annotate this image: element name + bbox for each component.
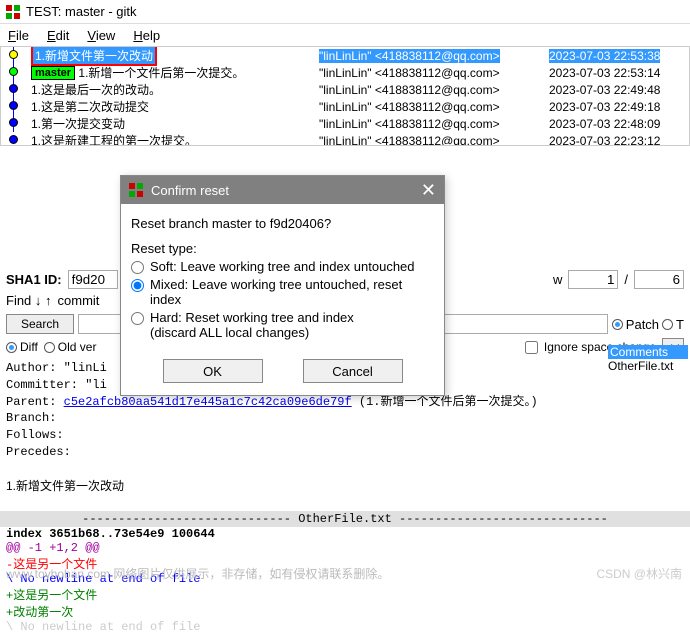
window-titlebar: TEST: master - gitk [0,0,690,24]
diff-file-header: ----------------------------- OtherFile.… [0,511,690,527]
commit-date: 2023-07-03 22:48:09 [549,117,689,131]
find-type[interactable]: commit [58,293,100,308]
commit-row[interactable]: master 1.新增一个文件后第一次提交。 "linLinLin" <4188… [1,64,689,81]
commit-message: 1.新增一个文件后第一次提交。 [78,64,244,81]
commit-node-icon [9,118,18,127]
close-icon[interactable]: ✕ [421,180,436,201]
commit-date: 2023-07-03 22:49:48 [549,83,689,97]
commit-date: 2023-07-03 22:53:38 [549,49,660,63]
dialog-titlebar[interactable]: Confirm reset ✕ [121,176,444,204]
confirm-reset-dialog: Confirm reset ✕ Reset branch master to f… [120,175,445,396]
tree-radio[interactable] [662,319,673,330]
row-pos[interactable] [568,270,618,289]
menu-view[interactable]: View [87,28,115,43]
ignore-space-checkbox[interactable] [525,341,538,354]
menubar: File Edit View Help [0,24,690,46]
watermark: CSDN @林兴南 [596,565,682,582]
commit-row[interactable]: 1.这是第二次改动提交 "linLinLin" <418838112@qq.co… [1,98,689,115]
commit-author: "linLinLin" <418838112@qq.com> [319,100,549,114]
diff-radio[interactable] [6,342,17,353]
hard-radio[interactable] [131,312,144,325]
commit-node-icon [9,67,18,76]
oldver-radio[interactable] [44,342,55,353]
mixed-label: Mixed: Leave working tree untouched, res… [150,277,434,307]
follows-line: Follows: [6,427,684,444]
parent-label: Parent: [6,395,56,409]
row-total[interactable] [634,270,684,289]
menu-help[interactable]: Help [133,28,160,43]
commit-row[interactable]: 1.第一次提交变动 "linLinLin" <418838112@qq.com>… [1,115,689,132]
patch-radio[interactable] [612,319,623,330]
dialog-icon [129,183,143,197]
commit-subject: 1.新增文件第一次改动 [6,478,684,495]
search-button[interactable]: Search [6,314,74,334]
commit-author: "linLinLin" <418838112@qq.com> [319,83,549,97]
parent-msg: (1.新增一个文件后第一次提交。) [359,395,538,409]
commit-message: 1.这是最后一次的改动。 [31,81,319,98]
commit-message: 1.这是新建工程的第一次提交。 [31,132,319,146]
commit-message: 1.这是第二次改动提交 [31,98,319,115]
find-label: Find ↓ ↑ [6,293,52,308]
parent-hash-link[interactable]: c5e2afcb80aa541d17e445a1c7c42ca09e6de79f [64,395,352,409]
commit-node-icon [9,50,18,59]
precedes-line: Precedes: [6,444,684,461]
commit-message: 1.第一次提交变动 [31,115,319,132]
commit-date: 2023-07-03 22:49:18 [549,100,689,114]
dialog-question: Reset branch master to f9d20406? [131,216,434,231]
commit-date: 2023-07-03 22:23:12 [549,134,689,147]
branch-tag: master [31,66,75,80]
cancel-button[interactable]: Cancel [303,359,403,383]
reset-type-label: Reset type: [131,241,434,256]
commit-row[interactable]: 1.新增文件第一次改动 "linLinLin" <418838112@qq.co… [1,47,689,64]
ok-button[interactable]: OK [163,359,263,383]
window-title: TEST: master - gitk [26,4,137,19]
file-panel: Comments OtherFile.txt [608,345,688,373]
commit-node-icon [9,101,18,110]
file-item[interactable]: OtherFile.txt [608,359,688,373]
comments-item[interactable]: Comments [608,345,688,359]
commit-message: 1.新增文件第一次改动 [31,46,157,66]
commit-row[interactable]: 1.这是新建工程的第一次提交。 "linLinLin" <418838112@q… [1,132,689,146]
commit-author: "linLinLin" <418838112@qq.com> [319,117,549,131]
commit-date: 2023-07-03 22:53:14 [549,66,689,80]
hard-label: Hard: Reset working tree and index(disca… [150,310,354,340]
app-icon [6,5,20,19]
soft-label: Soft: Leave working tree and index untou… [150,259,415,274]
commit-row[interactable]: 1.这是最后一次的改动。 "linLinLin" <418838112@qq.c… [1,81,689,98]
menu-file[interactable]: File [8,28,29,43]
commit-node-icon [9,84,18,93]
menu-edit[interactable]: Edit [47,28,69,43]
branch-line: Branch: [6,410,684,427]
commit-list[interactable]: 1.新增文件第一次改动 "linLinLin" <418838112@qq.co… [0,46,690,146]
commit-author: "linLinLin" <418838112@qq.com> [319,134,549,147]
sha-label: SHA1 ID: [6,272,62,287]
commit-author: "linLinLin" <418838112@qq.com> [319,49,500,63]
soft-radio[interactable] [131,261,144,274]
dialog-title: Confirm reset [151,183,229,198]
sha-input[interactable] [68,270,118,289]
commit-author: "linLinLin" <418838112@qq.com> [319,66,549,80]
footer-text: www.toyhoban.com 网络图片仅供展示，非存储，如有侵权请联系删除。 [6,565,389,582]
commit-node-icon [9,135,18,144]
mixed-radio[interactable] [131,279,144,292]
